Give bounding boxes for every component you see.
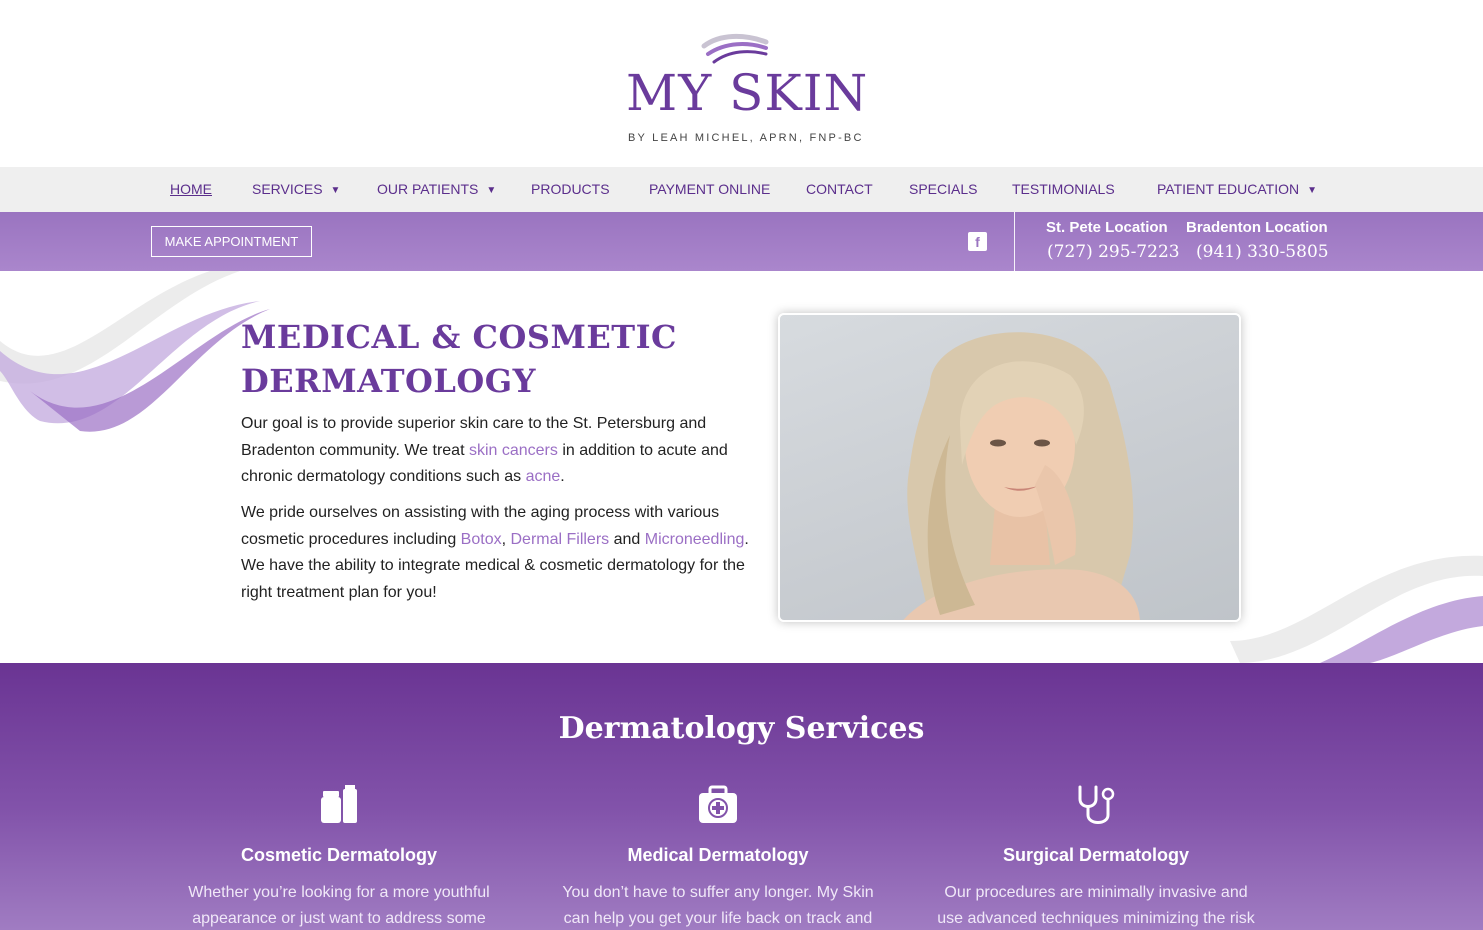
service-name: Surgical Dermatology [1002, 845, 1190, 865]
nav-item-home[interactable]: HOME [170, 181, 212, 197]
main-nav: HOME SERVICES ▼ OUR PATIENTS ▼ PRODUCTS PA… [0, 167, 1483, 212]
link-microneedling[interactable]: Microneedling [645, 531, 745, 548]
location-name-st-pete: St. Pete Location [1046, 219, 1168, 236]
nav-item-contact[interactable]: CONTACT [806, 181, 873, 197]
logo-subtitle: BY LEAH MICHEL, APRN, FNP-BC [628, 132, 864, 144]
link-dermal-fillers[interactable]: Dermal Fillers [510, 531, 609, 548]
service-card-medical[interactable]: Medical Dermatology You don’t have to su… [558, 783, 878, 930]
hero-paragraph-2: We pride ourselves on assisting with the… [241, 500, 761, 606]
service-card-cosmetic[interactable]: Cosmetic Dermatology Whether you’re look… [179, 783, 499, 930]
contact-bar: MAKE APPOINTMENT f St. Pete Location (72… [0, 212, 1483, 271]
nav-item-payment-online[interactable]: PAYMENT ONLINE [649, 181, 770, 197]
service-description: Whether you’re looking for a more youthf… [188, 884, 490, 927]
nav-item-our-patients[interactable]: OUR PATIENTS ▼ [377, 181, 496, 197]
nav-item-label: OUR PATIENTS [377, 181, 479, 197]
stethoscope-icon [1078, 785, 1115, 824]
service-description: Our procedures are minimally invasive an… [937, 884, 1255, 927]
phone-bradenton[interactable]: (941) 330-5805 [1196, 242, 1329, 262]
service-name: Medical Dermatology [627, 845, 809, 865]
nav-item-patient-education[interactable]: PATIENT EDUCATION ▼ [1157, 181, 1317, 197]
divider [1014, 212, 1015, 271]
hero-title-line2: DERMATOLOGY [241, 362, 536, 400]
site-header: MY SKIN BY LEAH MICHEL, APRN, FNP-BC [0, 0, 1483, 167]
nav-item-label: SERVICES [252, 181, 323, 197]
chevron-down-icon: ▼ [486, 184, 497, 196]
text-segment: . [560, 468, 565, 485]
services-section: Dermatology Services Cosmetic Dermatolog… [0, 663, 1483, 930]
hero-title: MEDICAL & COSMETIC DERMATOLOGY [241, 315, 761, 403]
nav-item-testimonials[interactable]: TESTIMONIALS [1012, 181, 1115, 197]
make-appointment-button[interactable]: MAKE APPOINTMENT [151, 226, 312, 257]
hero-paragraph-1: Our goal is to provide superior skin car… [241, 411, 761, 491]
facebook-icon[interactable]: f [968, 232, 987, 251]
woman-portrait-photo [778, 313, 1241, 622]
site-logo[interactable]: MY SKIN BY LEAH MICHEL, APRN, FNP-BC [620, 28, 867, 153]
medical-kit-icon [699, 785, 737, 823]
nav-item-products[interactable]: PRODUCTS [531, 181, 610, 197]
services-title: Dermatology Services [558, 711, 925, 746]
logo-text: MY SKIN [626, 64, 869, 122]
service-name: Cosmetic Dermatology [240, 845, 438, 865]
chevron-down-icon: ▼ [330, 184, 341, 196]
link-acne[interactable]: acne [526, 468, 561, 485]
service-card-surgical[interactable]: Surgical Dermatology Our procedures are … [936, 783, 1256, 930]
nav-item-specials[interactable]: SPECIALS [909, 181, 977, 197]
link-skin-cancers[interactable]: skin cancers [469, 442, 558, 459]
phone-st-pete[interactable]: (727) 295-7223 [1047, 242, 1180, 262]
text-segment: and [609, 530, 645, 548]
hero-section: MEDICAL & COSMETIC DERMATOLOGY Our goal … [0, 271, 1483, 663]
decorative-swoosh-right [1230, 555, 1483, 663]
link-botox[interactable]: Botox [461, 531, 502, 548]
chevron-down-icon: ▼ [1307, 184, 1317, 196]
hero-title-line1: MEDICAL & COSMETIC [241, 318, 678, 356]
service-description: You don’t have to suffer any longer. My … [562, 884, 874, 927]
nav-item-label: PATIENT EDUCATION [1157, 181, 1300, 197]
nav-item-services[interactable]: SERVICES ▼ [252, 181, 340, 197]
portrait-illustration [903, 332, 1140, 620]
cosmetic-jars-icon [321, 785, 357, 823]
location-name-bradenton: Bradenton Location [1186, 219, 1328, 236]
